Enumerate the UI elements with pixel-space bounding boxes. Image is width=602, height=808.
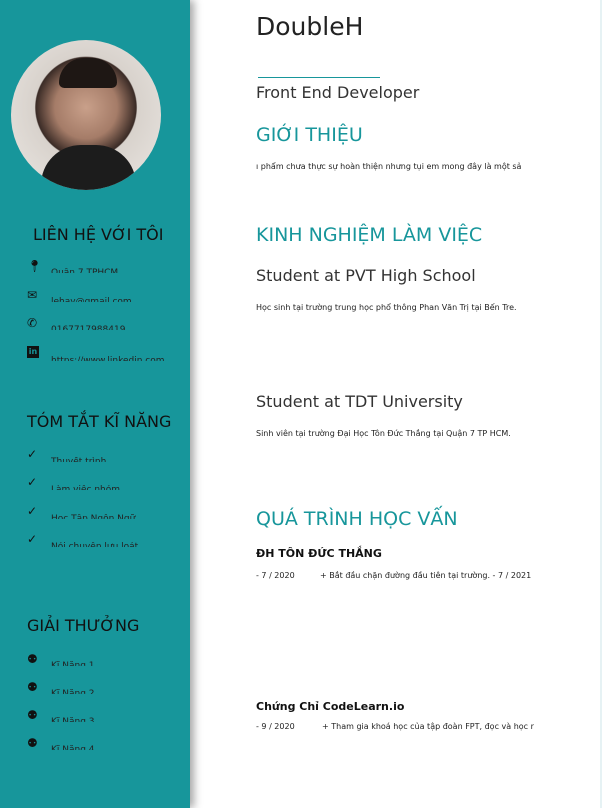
award-icon: ⚉ — [27, 708, 38, 722]
skills-title: TÓM TẮT KĨ NĂNG — [27, 412, 172, 431]
skill-item: ✓ Thuyết trình — [27, 447, 107, 462]
sidebar: LIÊN HỆ VỚI TÔI 📍︎ Quận 7 TPHCM ✉ lehay@gm… — [0, 0, 190, 808]
job-desc: Học sinh tại trường trung học phổ thông … — [256, 303, 517, 312]
envelope-icon: ✉ — [27, 288, 38, 302]
education-name: ĐH TÔN ĐỨC THẮNG — [256, 547, 382, 560]
skill-item: ✓ Làm việc nhóm — [27, 475, 121, 490]
education-date: - 7 / 2020 — [256, 571, 295, 580]
avatar — [11, 40, 161, 190]
awards-title: GIẢI THƯỞNG — [27, 616, 140, 635]
education-desc: + Tham gia khoá học của tập đoàn FPT, đọ… — [322, 722, 534, 731]
job-title: Student at PVT High School — [256, 266, 476, 285]
intro-text: ı phẩm chưa thực sự hoàn thiện nhưng tụi… — [256, 162, 522, 171]
contact-phone: ✆ 0167717988419 — [27, 316, 126, 330]
contact-title: LIÊN HỆ VỚI TÔI — [33, 225, 164, 244]
award-item: ⚉ Kĩ Năng 4 — [27, 736, 95, 750]
divider — [258, 77, 380, 78]
check-icon: ✓ — [27, 475, 38, 489]
check-icon: ✓ — [27, 504, 38, 518]
award-icon: ⚉ — [27, 680, 38, 694]
contact-linkedin[interactable]: in https://www.linkedin.com — [27, 346, 165, 362]
education-date: - 9 / 2020 — [256, 722, 295, 731]
award-item: ⚉ Kĩ Năng 1 — [27, 652, 95, 666]
name-heading: DoubleH — [256, 12, 364, 41]
experience-title: KINH NGHIỆM LÀM VIỆC — [256, 224, 483, 246]
check-icon: ✓ — [27, 532, 38, 546]
education-desc: + Bắt đầu chặn đường đầu tiên tại trường… — [320, 571, 532, 580]
skill-item: ✓ Học Tập Ngôn Ngữ — [27, 504, 136, 519]
contact-address: 📍︎ Quận 7 TPHCM — [27, 259, 119, 273]
education-name: Chứng Chỉ CodeLearn.io — [256, 700, 405, 713]
education-title: QUÁ TRÌNH HỌC VẤN — [256, 508, 458, 530]
role-title: Front End Developer — [256, 83, 420, 102]
phone-icon: ✆ — [27, 316, 38, 330]
job-title: Student at TDT University — [256, 392, 463, 411]
job-desc: Sinh viên tại trường Đại Học Tôn Đức Thắ… — [256, 429, 511, 438]
skill-item: ✓ Nói chuyện lưu loát — [27, 532, 139, 547]
check-icon: ✓ — [27, 447, 38, 461]
intro-title: GIỚI THIỆU — [256, 124, 363, 146]
map-pin-icon: 📍︎ — [27, 259, 43, 273]
award-icon: ⚉ — [27, 652, 38, 666]
contact-email[interactable]: ✉ lehay@gmail.com — [27, 288, 132, 305]
award-item: ⚉ Kĩ Năng 3 — [27, 708, 95, 722]
award-item: ⚉ Kĩ Năng 2 — [27, 680, 95, 694]
linkedin-icon: in — [27, 346, 39, 358]
award-icon: ⚉ — [27, 736, 38, 750]
